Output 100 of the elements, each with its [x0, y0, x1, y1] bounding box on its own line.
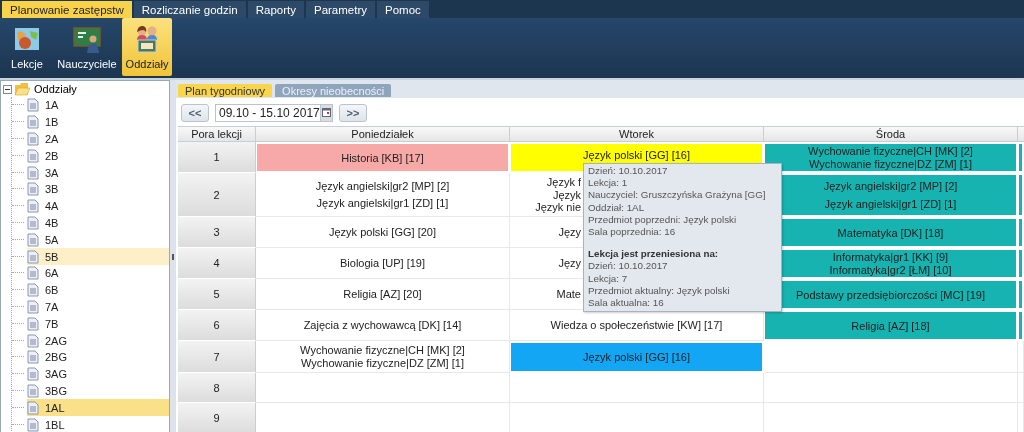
lesson-number: 1	[178, 142, 256, 173]
lesson-cell[interactable]: Język polski [GG] [16]	[510, 341, 764, 373]
tree-item-label: 3B	[44, 183, 60, 196]
folder-icon	[14, 82, 30, 96]
document-icon	[27, 299, 39, 314]
tree-row[interactable]: 4B	[27, 214, 169, 232]
tree-item-label: 4B	[44, 216, 60, 229]
tooltip-line: Przedmiot aktualny: Język polski	[588, 284, 731, 298]
lesson-cell[interactable]	[1018, 217, 1024, 248]
document-icon	[27, 165, 39, 180]
tree-item-label: 1AL	[44, 401, 66, 414]
tree-item-label: 7B	[44, 317, 60, 330]
tree-item-label: 3BG	[44, 384, 68, 397]
document-icon	[27, 148, 39, 163]
tree-item-label: 5B	[44, 250, 60, 263]
menu-tab[interactable]: Pomoc	[377, 1, 429, 18]
tree-row[interactable]: 2B	[27, 147, 169, 165]
lesson-cell[interactable]	[1018, 142, 1024, 173]
ribbon-button[interactable]: Oddziały	[122, 18, 172, 76]
tree-row[interactable]: 4A	[27, 197, 169, 215]
column-header: Poniedziałek	[256, 127, 510, 142]
lesson-cell[interactable]: Religia [AZ] [20]	[256, 279, 510, 310]
tree-row[interactable]: 5A	[27, 231, 169, 249]
tree-row[interactable]: 3A	[27, 164, 169, 181]
tree-item[interactable]: Oddziały	[32, 83, 79, 95]
tree-row[interactable]: 3BG	[27, 382, 169, 400]
menu-tab[interactable]: Planowanie zastępstw	[2, 1, 132, 18]
column-header: Wtorek	[510, 127, 764, 142]
lesson-cell[interactable]: Historia [KB] [17]	[256, 142, 510, 173]
lesson-number: 6	[178, 310, 256, 341]
tooltip-line: Przedmiot poprzedni: Język polski	[588, 213, 738, 226]
lesson-number: 8	[178, 373, 256, 403]
lesson-number: 2	[178, 173, 256, 217]
next-week-button[interactable]: >>	[339, 103, 367, 122]
document-icon	[27, 283, 39, 298]
date-range-field[interactable]: 09.10 - 15.10 2017	[215, 103, 333, 122]
lesson-number: 5	[178, 279, 256, 310]
previous-week-button[interactable]: <<	[181, 103, 209, 122]
tree-row[interactable]: 5B	[27, 248, 169, 265]
tree-row[interactable]: 2BG	[27, 348, 169, 366]
menu-tab[interactable]: Raporty	[247, 1, 304, 18]
tree-row[interactable]: 1A	[27, 97, 169, 114]
tree-item-label: 3A	[44, 166, 60, 179]
tree-item-label: 4A	[44, 200, 60, 213]
column-header: Środa	[764, 127, 1018, 142]
tooltip-line: Lekcja: 7	[588, 272, 629, 285]
lesson-cell[interactable]: Język angielski|gr2 [MP] [2] Język angielski|gr1 [ZD] [1]	[256, 173, 510, 217]
lesson-cell[interactable]	[1018, 279, 1024, 310]
lesson-cell[interactable]: Wychowanie fizyczne|CH [MK] [2] Wychowanie fizyczne|DZ [ZM] [1]	[256, 341, 510, 373]
lesson-number: 7	[178, 341, 256, 373]
lesson-cell[interactable]	[1018, 248, 1024, 279]
lesson-cell[interactable]: Język polski [GG] [20]	[256, 217, 510, 248]
tree-item-label: 1B	[44, 116, 60, 129]
menu-tab[interactable]: Rozliczanie godzin	[133, 1, 246, 18]
view-tab[interactable]: Plan tygodniowy	[178, 84, 273, 97]
lesson-cell[interactable]	[1018, 310, 1024, 341]
document-icon	[27, 199, 39, 214]
document-icon	[27, 182, 39, 197]
tree-row[interactable]: 3B	[27, 181, 169, 198]
tree-row[interactable]: 7A	[27, 298, 169, 316]
document-icon	[27, 266, 39, 281]
tree-row[interactable]: 6A	[27, 264, 169, 282]
lesson-number: 4	[178, 248, 256, 279]
tooltip-heading: Lekcja jest przeniesiona na:	[588, 248, 720, 261]
tree-row[interactable]: 3AG	[27, 365, 169, 383]
document-icon	[27, 333, 39, 348]
lesson-cell[interactable]: Wychowanie fizyczne|CH [MK] [2] Wychowanie fizyczne|DZ [ZM] [1]	[764, 142, 1018, 173]
tree-row[interactable]: 1B	[27, 113, 169, 131]
document-icon	[27, 367, 39, 382]
ribbon-button[interactable]: Nauczyciele	[56, 18, 118, 76]
lesson-cell[interactable]: Biologia [UP] [19]	[256, 248, 510, 279]
tree-row[interactable]: 1AL	[27, 399, 169, 417]
tree-item-label: 6A	[44, 267, 60, 280]
tree-row[interactable]: 2A	[27, 130, 169, 148]
tree-row[interactable]: 2AG	[27, 332, 169, 349]
tree-item-label: 2B	[44, 149, 60, 162]
tree-item-label: 5A	[44, 233, 60, 246]
document-icon	[27, 383, 39, 398]
tree-row[interactable]: 7B	[27, 315, 169, 333]
tree-item-label: 2A	[44, 133, 60, 145]
lesson-number: 3	[178, 217, 256, 248]
lesson-cell[interactable]: Religia [AZ] [18]	[764, 310, 1018, 341]
tree-item-label: 1A	[44, 99, 60, 112]
tooltip-line: Sala aktualna: 16	[588, 297, 665, 310]
tree-row[interactable]: 6B	[27, 281, 169, 299]
lesson-number: 9	[178, 403, 256, 432]
column-header: Pora lekcji	[178, 127, 256, 142]
document-icon	[27, 350, 39, 365]
calendar-icon	[321, 108, 331, 117]
menu-tab[interactable]: Parametry	[305, 1, 375, 18]
document-icon	[27, 417, 39, 432]
lesson-cell[interactable]: Zajęcia z wychowawcą [DK] [14]	[256, 310, 510, 341]
tree-item-label: 2AG	[44, 334, 68, 347]
ribbon-button[interactable]: Lekcje	[2, 18, 52, 76]
tooltip-line: Sala poprzednia: 16	[588, 226, 677, 239]
lesson-cell[interactable]	[1018, 173, 1024, 217]
tree-row[interactable]: 1BL	[27, 416, 169, 432]
document-icon	[27, 115, 39, 130]
collapse-icon[interactable]	[3, 84, 12, 94]
tooltip-line: Dzień: 10.10.2017	[588, 260, 669, 273]
